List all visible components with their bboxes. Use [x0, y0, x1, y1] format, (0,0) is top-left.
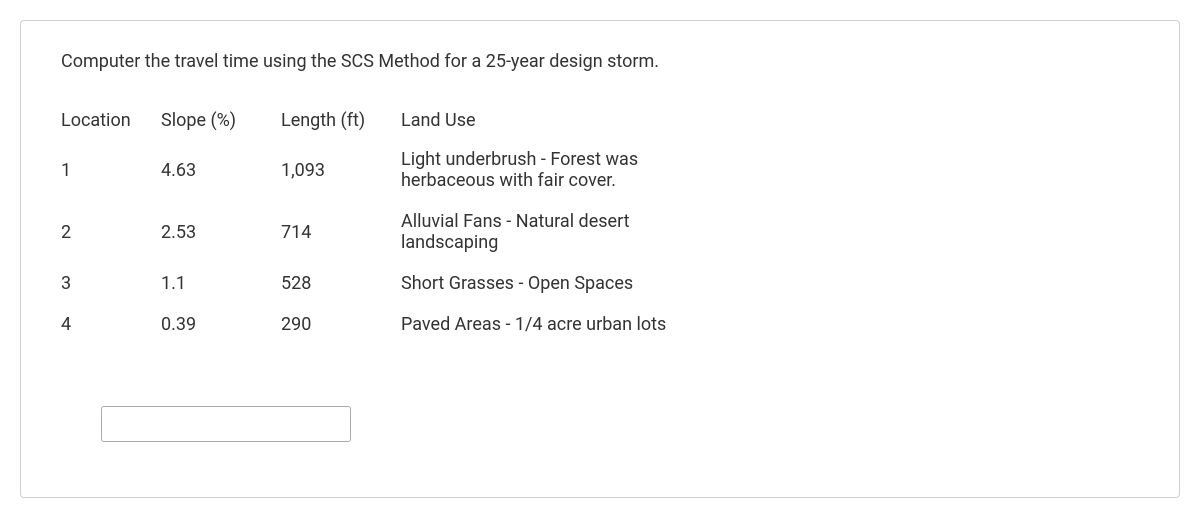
table-row: 3 1.1 528 Short Grasses - Open Spaces: [61, 263, 751, 304]
cell-landuse: Alluvial Fans - Natural desert landscapi…: [401, 201, 751, 263]
data-table: Location Slope (%) Length (ft) Land Use …: [61, 102, 751, 345]
cell-landuse: Paved Areas - 1/4 acre urban lots: [401, 304, 751, 345]
cell-slope: 1.1: [161, 263, 281, 304]
cell-location: 3: [61, 263, 161, 304]
cell-slope: 4.63: [161, 139, 281, 201]
cell-slope: 2.53: [161, 201, 281, 263]
table-header-row: Location Slope (%) Length (ft) Land Use: [61, 102, 751, 139]
cell-length: 714: [281, 201, 401, 263]
cell-length: 1,093: [281, 139, 401, 201]
question-container: Computer the travel time using the SCS M…: [20, 20, 1180, 498]
table-row: 1 4.63 1,093 Light underbrush - Forest w…: [61, 139, 751, 201]
cell-location: 2: [61, 201, 161, 263]
header-slope: Slope (%): [161, 102, 281, 139]
cell-length: 290: [281, 304, 401, 345]
answer-input[interactable]: [101, 406, 351, 442]
header-landuse: Land Use: [401, 102, 751, 139]
header-length: Length (ft): [281, 102, 401, 139]
table-row: 4 0.39 290 Paved Areas - 1/4 acre urban …: [61, 304, 751, 345]
cell-location: 4: [61, 304, 161, 345]
header-location: Location: [61, 102, 161, 139]
cell-landuse: Light underbrush - Forest was herbaceous…: [401, 139, 751, 201]
cell-landuse: Short Grasses - Open Spaces: [401, 263, 751, 304]
question-prompt: Computer the travel time using the SCS M…: [61, 51, 1139, 72]
cell-slope: 0.39: [161, 304, 281, 345]
cell-location: 1: [61, 139, 161, 201]
table-row: 2 2.53 714 Alluvial Fans - Natural deser…: [61, 201, 751, 263]
cell-length: 528: [281, 263, 401, 304]
